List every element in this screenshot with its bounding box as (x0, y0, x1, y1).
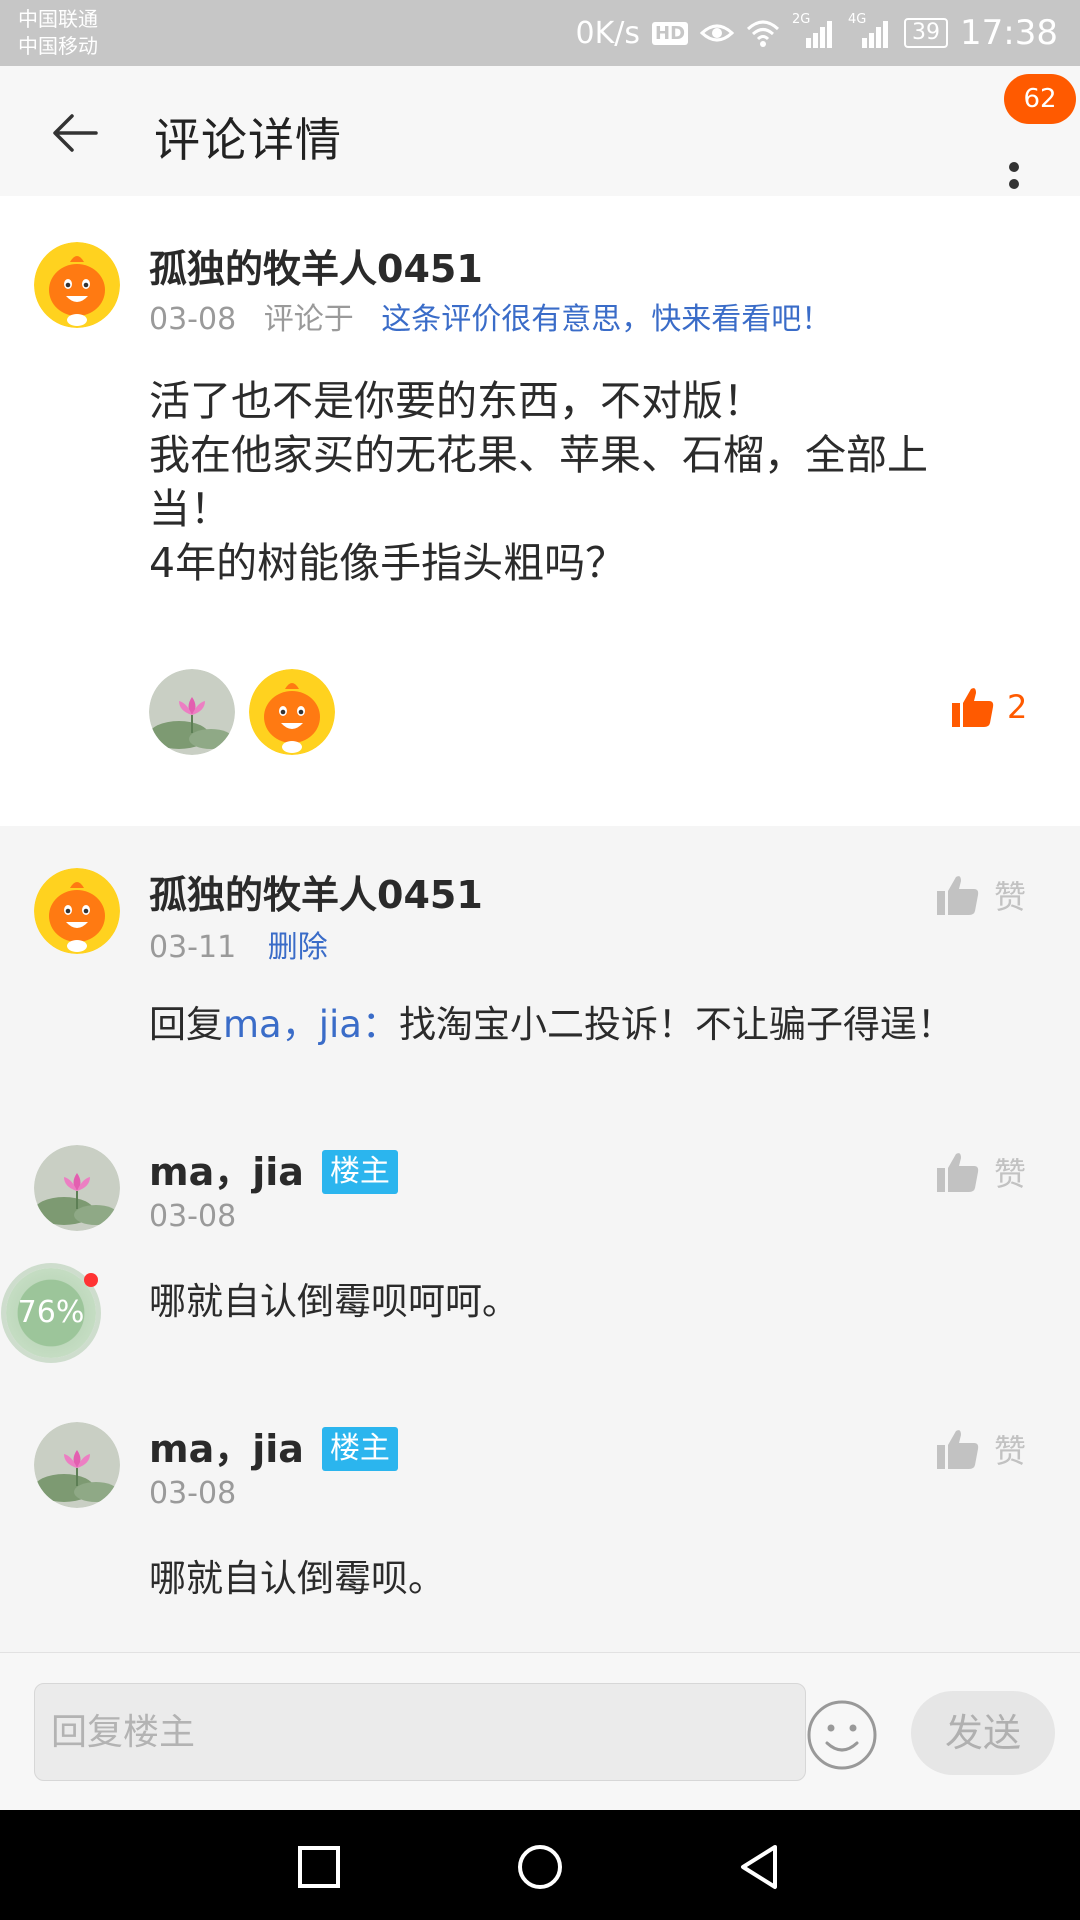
signal-icon (862, 21, 889, 48)
floating-progress-widget[interactable]: 76% (6, 1268, 96, 1358)
signal-icon (806, 21, 833, 48)
reply-date: 03-11 (149, 930, 237, 965)
reply-content: 找淘宝小二投诉！不让骗子得逞！ (398, 1003, 954, 1046)
reply-text: 哪就自认倒霉呗呵呵。 (149, 1280, 519, 1323)
lotus-avatar-icon (34, 1422, 120, 1508)
thumbs-up-icon (952, 688, 994, 727)
zan-label: 赞 (994, 1155, 1027, 1193)
comment-line: 4年的树能像手指头粗吗？ (149, 539, 627, 587)
mascot-avatar-icon (34, 868, 120, 954)
zan-button[interactable]: 赞 (936, 1149, 1026, 1195)
comment-line: 我在他家买的无花果、苹果、石榴，全部上 (149, 431, 928, 479)
reply-item: ma，jia 楼主 03-08 哪就自认倒霉呗呵呵。 赞 (0, 1103, 1080, 1380)
carrier-info: 中国联通 中国移动 (18, 6, 98, 60)
liker-avatar-lotus[interactable] (149, 669, 235, 755)
send-button[interactable]: 发送 (911, 1691, 1055, 1775)
emoji-icon[interactable] (806, 1699, 878, 1771)
notification-dot (84, 1273, 98, 1287)
lotus-avatar-icon (34, 1145, 120, 1231)
home-icon[interactable] (515, 1842, 565, 1892)
main-comment: 孤独的牧羊人0451 03-08 评论于 这条评价很有意思，快来看看吧！ 活了也… (0, 196, 1080, 826)
page-title: 评论详情 (154, 113, 342, 167)
signal-4g: 4G (848, 12, 892, 48)
battery-level: 39 (912, 20, 941, 45)
system-nav-bar (0, 1810, 1080, 1920)
zan-label: 赞 (994, 1432, 1027, 1470)
hd-icon: HD (652, 21, 689, 45)
delete-button[interactable]: 删除 (268, 930, 328, 965)
reply-meta: 03-08 (149, 1199, 236, 1234)
comment-body: 活了也不是你要的东西，不对版！ 我在他家买的无花果、苹果、石榴，全部上 当！ 4… (149, 374, 1039, 590)
carrier-1: 中国联通 (18, 7, 98, 31)
zan-button[interactable]: 赞 (936, 872, 1026, 918)
commented-on-label: 评论于 (263, 302, 354, 337)
reply-meta: 03-11 删除 (149, 922, 328, 966)
app-header: 评论详情 62 (0, 66, 1080, 196)
comment-line: 当！ (149, 485, 231, 533)
reply-date: 03-08 (149, 1476, 237, 1511)
comment-meta: 03-08 评论于 这条评价很有意思，快来看看吧！ (149, 294, 831, 338)
more-vertical-icon[interactable] (996, 121, 1032, 191)
owner-tag: 楼主 (321, 1150, 398, 1194)
reply-item: ma，jia 楼主 03-08 哪就自认倒霉呗。 赞 (0, 1380, 1080, 1652)
reply-item: 孤独的牧羊人0451 03-11 删除 回复ma，jia：找淘宝小二投诉！不让骗… (0, 826, 1080, 1098)
back-triangle-icon[interactable] (735, 1842, 785, 1892)
username[interactable]: 孤独的牧羊人0451 (149, 864, 483, 919)
reply-text: 回复ma，jia：找淘宝小二投诉！不让骗子得逞！ (149, 994, 954, 1048)
lotus-avatar-icon (149, 669, 235, 755)
mascot-avatar-icon (34, 242, 120, 328)
avatar[interactable] (34, 1422, 120, 1508)
wifi-icon (746, 20, 780, 47)
zan-button[interactable]: 赞 (936, 1426, 1026, 1472)
owner-tag: 楼主 (321, 1427, 398, 1471)
battery-icon: 39 (904, 18, 949, 48)
carrier-2: 中国移动 (18, 34, 98, 58)
notification-badge: 62 (1004, 74, 1076, 124)
avatar[interactable] (34, 1145, 120, 1231)
zan-label: 赞 (994, 878, 1027, 916)
reply-date: 03-08 (149, 1199, 237, 1234)
avatar[interactable] (34, 242, 120, 328)
username[interactable]: ma，jia 楼主 (149, 1418, 398, 1473)
network-speed: 0K/s (575, 15, 641, 51)
status-bar: 中国联通 中国移动 0K/s HD 2G 4G 39 17:38 (0, 0, 1080, 66)
reply-meta: 03-08 (149, 1476, 236, 1511)
status-indicators: 0K/s HD 2G 4G 39 17:38 (576, 0, 1059, 66)
thumbs-up-icon (937, 1153, 979, 1192)
reply-input-bar: 发送 (0, 1652, 1080, 1811)
clock: 17:38 (960, 13, 1058, 53)
signal-2g: 2G (792, 12, 836, 48)
mention-link[interactable]: ma，jia： (223, 1003, 399, 1046)
mascot-avatar-icon (249, 669, 335, 755)
reply-input[interactable] (34, 1683, 806, 1781)
thumbs-up-icon (937, 876, 979, 915)
eye-icon (700, 24, 735, 42)
username-text: ma，jia (149, 1150, 304, 1194)
reply-text: 哪就自认倒霉呗。 (149, 1557, 445, 1600)
like-count: 2 (1007, 688, 1028, 726)
username[interactable]: ma，jia 楼主 (149, 1141, 398, 1196)
like-button[interactable]: 2 (951, 686, 1027, 728)
reply-list: 孤独的牧羊人0451 03-11 删除 回复ma，jia：找淘宝小二投诉！不让骗… (0, 826, 1080, 1652)
recent-apps-icon[interactable] (294, 1842, 344, 1892)
avatar[interactable] (34, 868, 120, 954)
username[interactable]: 孤独的牧羊人0451 (149, 238, 483, 293)
reply-prefix: 回复 (149, 1003, 223, 1046)
back-arrow-icon[interactable] (48, 106, 102, 160)
username-text: ma，jia (149, 1427, 304, 1471)
review-link[interactable]: 这条评价很有意思，快来看看吧！ (381, 302, 831, 337)
thumbs-up-icon (937, 1430, 979, 1469)
liker-avatar-mascot[interactable] (249, 669, 335, 755)
comment-line: 活了也不是你要的东西，不对版！ (149, 377, 764, 425)
comment-date: 03-08 (149, 302, 237, 337)
